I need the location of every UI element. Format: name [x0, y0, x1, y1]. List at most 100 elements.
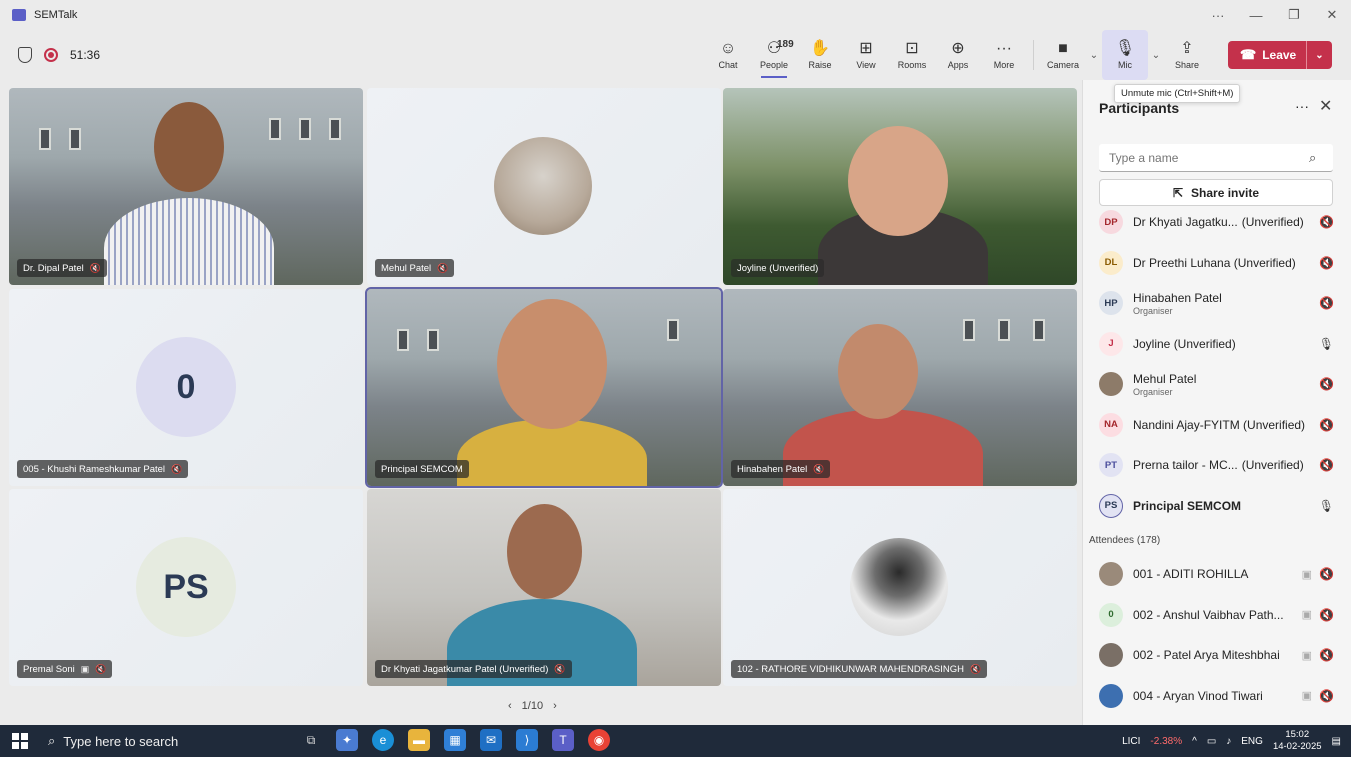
mic-muted-icon: 🔇: [95, 663, 107, 674]
edge-browser-icon[interactable]: e: [372, 729, 394, 751]
participant-row[interactable]: PS Principal SEMCOM 🎙: [1083, 486, 1351, 527]
participant-avatar: J: [1099, 331, 1123, 356]
close-window-button[interactable]: ✕: [1313, 7, 1351, 23]
participant-name: Mehul Patel: [1133, 371, 1197, 386]
shield-icon[interactable]: [18, 47, 32, 63]
video-tile[interactable]: Hinabahen Patel 🔇: [723, 289, 1077, 486]
notifications-icon[interactable]: ▤: [1332, 736, 1341, 747]
vscode-icon[interactable]: ⟩: [516, 729, 538, 751]
chrome-icon[interactable]: ◉: [588, 729, 610, 751]
panel-more-options-icon[interactable]: ···: [1295, 98, 1309, 114]
participant-info: Nandini Ajay-FYITM (Unverified): [1133, 418, 1305, 432]
participants-panel: Participants ··· ✕ ⌕ ⇱ Share invite DPDr…: [1082, 80, 1351, 725]
participant-face: [848, 126, 948, 236]
teams-icon[interactable]: T: [552, 729, 574, 751]
video-tile[interactable]: 0 005 - Khushi Rameshkumar Patel 🔇: [9, 289, 363, 486]
minimize-button[interactable]: —: [1237, 8, 1275, 23]
participant-row[interactable]: DL Dr Preethi Luhana (Unverified) 🔇: [1083, 243, 1351, 284]
participant-row[interactable]: DP Dr Khyati Jagatku... (Unverified) 🔇: [1083, 202, 1351, 243]
mic-options-chevron-icon[interactable]: ⌄: [1148, 30, 1164, 80]
raise-hand-button[interactable]: ✋ Raise: [797, 30, 843, 80]
clock[interactable]: 15:02 14-02-2025: [1273, 729, 1322, 753]
mic-muted-icon: 🔇: [1319, 296, 1334, 311]
participant-avatar: [1099, 372, 1123, 397]
more-button[interactable]: ··· More: [981, 30, 1027, 80]
task-view-icon[interactable]: ⧉: [300, 729, 322, 751]
previous-page-button[interactable]: ‹: [508, 700, 512, 712]
participant-avatar: 0: [1099, 602, 1123, 627]
widget-app-icon[interactable]: ✦: [336, 729, 358, 751]
apps-button[interactable]: ⊕ Apps: [935, 30, 981, 80]
participant-row[interactable]: Mehul Patel Organiser 🔇: [1083, 364, 1351, 405]
video-tile[interactable]: Joyline (Unverified): [723, 88, 1077, 285]
building-window: [427, 329, 439, 351]
store-icon[interactable]: ▦: [444, 729, 466, 751]
plus-icon: ⊕: [951, 40, 965, 57]
participant-avatar: NA: [1099, 412, 1123, 437]
view-button[interactable]: ⊞ View: [843, 30, 889, 80]
camera-options-chevron-icon[interactable]: ⌄: [1086, 30, 1102, 80]
mail-icon[interactable]: ✉: [480, 729, 502, 751]
mic-muted-icon: 🔇: [1319, 215, 1334, 230]
window-title: SEMTalk: [34, 9, 78, 21]
participant-face: [154, 102, 224, 192]
attendee-row[interactable]: 001 - ADITI ROHILLA ▣ 🔇: [1083, 554, 1351, 595]
participant-initials-avatar: PS: [136, 537, 236, 637]
participant-body: [457, 419, 647, 486]
attendee-row[interactable]: 004 - Aryan Vinod Tiwari ▣ 🔇: [1083, 676, 1351, 717]
tile-name-tag: 005 - Khushi Rameshkumar Patel 🔇: [17, 460, 189, 478]
tile-name-tag: Hinabahen Patel 🔇: [731, 460, 831, 478]
chat-button[interactable]: ☺ Chat: [705, 30, 751, 80]
participant-role: Organiser: [1133, 305, 1173, 316]
participant-row[interactable]: NA Nandini Ajay-FYITM (Unverified) 🔇: [1083, 405, 1351, 446]
mic-icon: 🎙: [1318, 498, 1334, 513]
participant-name: 002 - Anshul Vaibhav Path...: [1133, 607, 1284, 622]
maximize-button[interactable]: ❐: [1275, 7, 1313, 23]
video-tile[interactable]: Mehul Patel 🔇: [367, 88, 721, 285]
participant-info: Principal SEMCOM: [1133, 499, 1241, 513]
tile-name-tag: Dr Khyati Jagatkumar Patel (Unverified) 🔇: [375, 660, 572, 678]
building-window: [69, 128, 81, 150]
meeting-toolbar: 51:36 ☺ Chat ⚇ 189 People ✋ Raise ⊞ View…: [0, 30, 1351, 80]
video-tile[interactable]: Dr Khyati Jagatkumar Patel (Unverified) 🔇: [367, 489, 721, 686]
next-page-button[interactable]: ›: [553, 700, 557, 712]
teams-logo-icon: [12, 9, 26, 21]
participant-name: 002 - Patel Arya Miteshbhai: [1133, 648, 1280, 663]
participant-row[interactable]: J Joyline (Unverified) 🎙: [1083, 324, 1351, 365]
attendees-section-header[interactable]: Attendees (178): [1083, 526, 1351, 554]
participant-row[interactable]: HP Hinabahen Patel Organiser 🔇: [1083, 283, 1351, 324]
participant-row[interactable]: PT Prerna tailor - MC... (Unverified) 🔇: [1083, 445, 1351, 486]
participant-search-input[interactable]: [1099, 144, 1333, 172]
network-icon[interactable]: ▭: [1207, 736, 1216, 747]
leave-button[interactable]: ☎ Leave ⌄: [1228, 41, 1332, 69]
video-tile[interactable]: 102 - RATHORE VIDHIKUNWAR MAHENDRASINGH 🔇: [723, 489, 1077, 686]
mic-button[interactable]: 🎙 Mic: [1102, 30, 1148, 80]
windows-start-icon[interactable]: [12, 733, 28, 749]
participant-name: 004 - Aryan Vinod Tiwari: [1133, 688, 1263, 703]
volume-icon[interactable]: ♪: [1226, 736, 1231, 747]
participant-info: Dr Khyati Jagatku... (Unverified): [1133, 215, 1304, 229]
participant-face: [497, 299, 607, 429]
more-options-icon[interactable]: ···: [1199, 8, 1237, 23]
participant-list: DP Dr Khyati Jagatku... (Unverified) 🔇 DL Dr …: [1083, 202, 1351, 716]
people-button[interactable]: ⚇ 189 People: [751, 30, 797, 80]
rooms-button[interactable]: ⊡ Rooms: [889, 30, 935, 80]
file-explorer-icon[interactable]: ▬: [408, 729, 430, 751]
participant-avatar: [1099, 643, 1123, 668]
attendee-row[interactable]: 002 - Patel Arya Miteshbhai ▣ 🔇: [1083, 635, 1351, 676]
panel-close-icon[interactable]: ✕: [1319, 96, 1332, 116]
video-tile-active-speaker[interactable]: Principal SEMCOM: [365, 287, 723, 488]
building-window: [299, 118, 311, 140]
mic-muted-icon: 🔇: [1319, 458, 1334, 473]
share-button[interactable]: ⇪ Share: [1164, 30, 1210, 80]
leave-options-chevron-icon[interactable]: ⌄: [1306, 41, 1332, 69]
participant-name: Dr Preethi Luhana (Unverified): [1133, 255, 1296, 270]
rooms-icon: ⊡: [905, 40, 919, 57]
language-indicator[interactable]: ENG: [1241, 736, 1263, 747]
video-tile[interactable]: Dr. Dipal Patel 🔇: [9, 88, 363, 285]
taskbar-search[interactable]: ⌕ Type here to search: [48, 733, 178, 749]
attendee-row[interactable]: 0 002 - Anshul Vaibhav Path... ▣ 🔇: [1083, 595, 1351, 636]
camera-button[interactable]: ■ Camera: [1040, 30, 1086, 80]
video-tile[interactable]: PS Premal Soni ▣ 🔇: [9, 489, 363, 686]
tray-chevron-icon[interactable]: ^: [1192, 736, 1197, 747]
